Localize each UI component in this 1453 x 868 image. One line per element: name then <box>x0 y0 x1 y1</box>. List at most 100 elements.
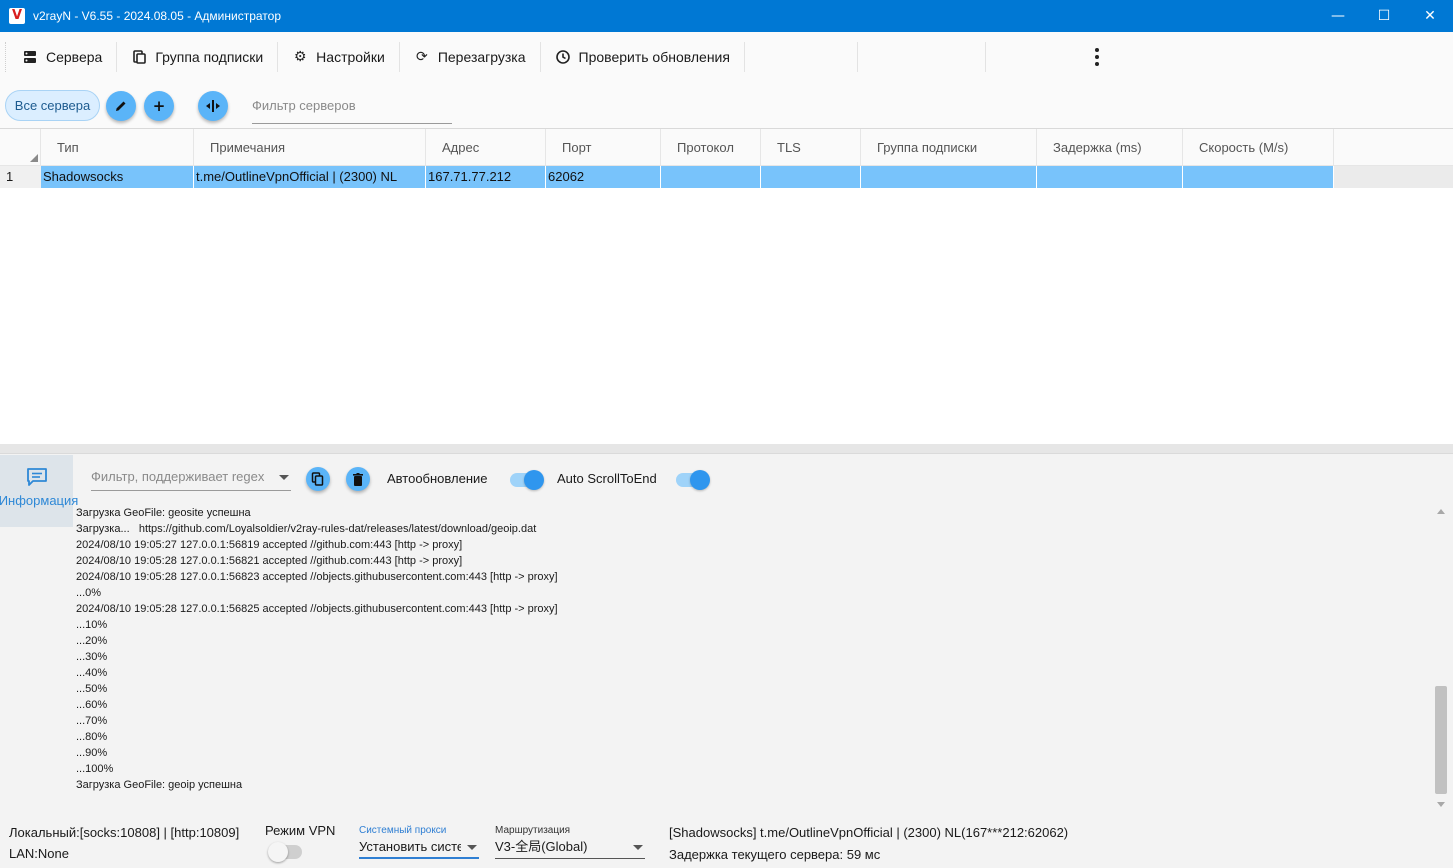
cell-speed[interactable] <box>1183 166 1334 188</box>
menu-check-updates[interactable]: Проверить обновления <box>541 42 745 72</box>
column-header-port[interactable]: Порт <box>546 129 661 166</box>
cell-tls[interactable] <box>761 166 861 188</box>
scroll-down-arrow-icon[interactable] <box>1437 802 1445 807</box>
status-bar: Локальный:[socks:10808] | [http:10809] L… <box>0 815 1453 868</box>
cell-remarks[interactable]: t.me/OutlineVpnOfficial | (2300) NL <box>194 166 426 188</box>
more-vertical-icon[interactable] <box>1090 48 1104 66</box>
title-bar: V v2rayN - V6.55 - 2024.08.05 - Админист… <box>0 0 1453 32</box>
server-icon <box>22 49 38 65</box>
column-header-protocol[interactable]: Протокол <box>661 129 761 166</box>
tab-info[interactable]: Информация <box>0 455 78 527</box>
auto-update-label: Автообновление <box>387 471 488 486</box>
menu-check-updates-label: Проверить обновления <box>578 49 730 65</box>
clear-log-button[interactable] <box>346 467 370 491</box>
cell-subscription-group[interactable] <box>861 166 1037 188</box>
tab-info-label: Информация <box>0 493 79 508</box>
log-line: ...70% <box>76 715 108 727</box>
scrollbar-thumb[interactable] <box>1435 686 1447 794</box>
cell-port[interactable]: 62062 <box>546 166 661 188</box>
pencil-icon <box>116 101 126 111</box>
split-columns-icon <box>206 100 220 112</box>
server-toolbar: Все сервера + <box>0 82 1453 128</box>
grid-header: Тип Примечания Адрес Порт Протокол TLS Г… <box>0 129 1453 166</box>
cell-delay[interactable] <box>1037 166 1183 188</box>
cell-type[interactable]: Shadowsocks <box>41 166 194 188</box>
trash-icon <box>353 472 363 486</box>
current-delay-text: Задержка текущего сервера: 59 мс <box>669 847 881 862</box>
reload-icon: ⟳ <box>415 49 428 65</box>
menu-servers[interactable]: Сервера <box>10 42 118 72</box>
menu-reload[interactable]: ⟳ Перезагрузка <box>400 42 541 72</box>
panel-splitter[interactable] <box>0 444 1453 454</box>
log-line: 2024/08/10 19:05:28 127.0.0.1:56825 acce… <box>76 603 558 615</box>
edit-server-button[interactable] <box>106 91 136 121</box>
cell-address[interactable]: 167.71.77.212 <box>426 166 546 188</box>
add-server-button[interactable]: + <box>144 91 174 121</box>
auto-scroll-toggle[interactable] <box>676 470 710 490</box>
row-number: 1 <box>0 166 41 188</box>
log-line: 2024/08/10 19:05:27 127.0.0.1:56819 acce… <box>76 539 463 551</box>
log-line: ...60% <box>76 699 108 711</box>
log-toolbar: Фильтр, поддерживает regex Автообновлени… <box>73 455 1453 505</box>
column-header-delay[interactable]: Задержка (ms) <box>1037 129 1183 166</box>
server-filter-input[interactable] <box>252 92 452 124</box>
copy-log-button[interactable] <box>306 467 330 491</box>
log-line: 2024/08/10 19:05:28 127.0.0.1:56821 acce… <box>76 555 463 567</box>
system-proxy-value: Установить системный прокси <box>359 839 461 854</box>
routing-value: V3-全局(Global) <box>495 839 588 854</box>
close-button[interactable]: ✕ <box>1407 0 1453 32</box>
vpn-mode-toggle[interactable] <box>268 842 302 862</box>
toolbar-grip <box>0 42 6 72</box>
chevron-down-icon <box>467 845 477 850</box>
auto-scroll-label: Auto ScrollToEnd <box>557 471 657 486</box>
routing-select[interactable]: V3-全局(Global) <box>495 837 645 859</box>
split-view-button[interactable] <box>198 91 228 121</box>
server-grid: Тип Примечания Адрес Порт Протокол TLS Г… <box>0 128 1453 444</box>
message-icon <box>26 468 47 486</box>
log-line: ...10% <box>76 619 108 631</box>
select-all-corner[interactable] <box>0 129 41 166</box>
gear-icon: ⚙ <box>293 49 307 65</box>
log-line: Загрузка GeoFile: geoip успешна <box>76 779 243 791</box>
vpn-mode-label: Режим VPN <box>265 823 336 838</box>
menu-settings-label: Настройки <box>316 49 385 65</box>
column-header-tls[interactable]: TLS <box>761 129 861 166</box>
column-header-address[interactable]: Адрес <box>426 129 546 166</box>
menu-subscription-group[interactable]: Группа подписки <box>117 42 279 72</box>
log-line: ...0% <box>76 587 102 599</box>
menu-servers-label: Сервера <box>46 49 103 65</box>
subscription-icon <box>131 49 147 65</box>
log-line: ...30% <box>76 651 108 663</box>
column-header-type[interactable]: Тип <box>41 129 194 166</box>
column-header-remarks[interactable]: Примечания <box>194 129 426 166</box>
log-output[interactable]: Загрузка GeoFile: geosite успешна Загруз… <box>73 505 1433 811</box>
plus-icon: + <box>152 97 166 115</box>
menu-reload-label: Перезагрузка <box>437 49 526 65</box>
log-scrollbar[interactable] <box>1433 503 1449 811</box>
scroll-up-arrow-icon[interactable] <box>1437 509 1445 514</box>
log-regex-filter[interactable]: Фильтр, поддерживает regex <box>91 469 291 491</box>
log-regex-placeholder: Фильтр, поддерживает regex <box>91 469 265 484</box>
column-header-subscription-group[interactable]: Группа подписки <box>861 129 1037 166</box>
window-title: v2rayN - V6.55 - 2024.08.05 - Администра… <box>33 9 281 23</box>
all-servers-chip[interactable]: Все сервера <box>5 90 100 121</box>
menu-settings[interactable]: ⚙ Настройки <box>278 42 400 72</box>
auto-update-toggle[interactable] <box>510 470 544 490</box>
log-line: ...80% <box>76 731 108 743</box>
log-line: ...20% <box>76 635 108 647</box>
cell-protocol[interactable] <box>661 166 761 188</box>
v2rayn-logo-icon: V <box>9 8 25 24</box>
log-line: ...40% <box>76 667 108 679</box>
lan-text: LAN:None <box>9 846 69 861</box>
minimize-button[interactable]: — <box>1315 0 1361 32</box>
system-proxy-select[interactable]: Установить системный прокси <box>359 837 479 859</box>
menu-blank-item[interactable] <box>745 42 858 72</box>
log-line: 2024/08/10 19:05:28 127.0.0.1:56823 acce… <box>76 571 558 583</box>
column-header-speed[interactable]: Скорость (M/s) <box>1183 129 1334 166</box>
main-menu-bar: Сервера Группа подписки ⚙ Настройки ⟳ Пе… <box>0 32 1453 82</box>
maximize-button[interactable]: ☐ <box>1361 0 1407 32</box>
menu-blank-item[interactable] <box>858 42 986 72</box>
copy-icon <box>311 472 324 486</box>
table-row[interactable]: 1 Shadowsocks t.me/OutlineVpnOfficial | … <box>0 166 1453 188</box>
log-line: Загрузка... https://github.com/Loyalsold… <box>76 523 537 535</box>
